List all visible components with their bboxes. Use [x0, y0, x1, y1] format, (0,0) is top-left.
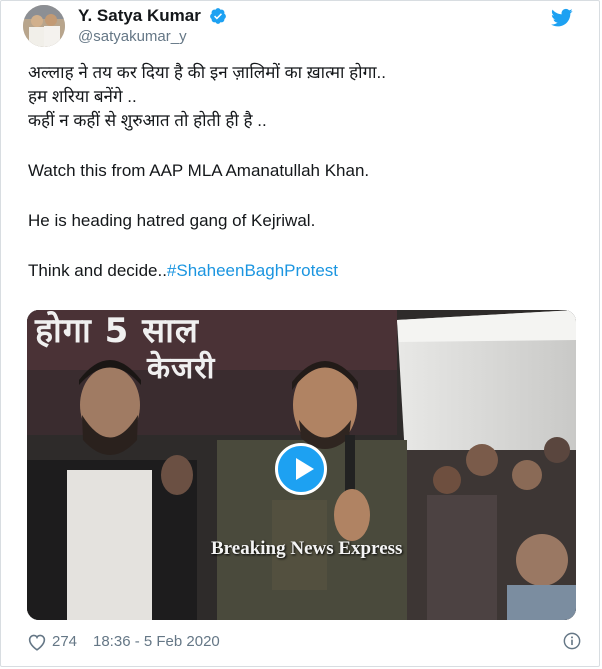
- tweet-think-text: Think and decide..: [28, 261, 167, 280]
- timestamp[interactable]: 18:36 - 5 Feb 2020: [93, 633, 220, 650]
- tweet-line-watch: Watch this from AAP MLA Amanatullah Khan…: [28, 161, 370, 180]
- hashtag-link[interactable]: #ShaheenBaghProtest: [167, 261, 338, 280]
- tweet-header: Y. Satya Kumar @satyakumar_y: [15, 4, 585, 50]
- banner-text-mid: केजरी: [147, 351, 216, 386]
- tweet-footer: 274 18:36 - 5 Feb 2020: [27, 631, 581, 655]
- avatar[interactable]: [23, 5, 65, 47]
- name-block: Y. Satya Kumar @satyakumar_y: [78, 6, 227, 45]
- play-icon[interactable]: [275, 443, 327, 495]
- tweet-line-heading: He is heading hatred gang of Kejriwal.: [28, 211, 316, 230]
- tweet-line-hindi-1: अल्लाह ने तय कर दिया है की इन ज़ालिमों क…: [28, 63, 386, 82]
- display-name[interactable]: Y. Satya Kumar: [78, 6, 201, 26]
- heart-icon[interactable]: [27, 633, 47, 651]
- like-count: 274: [52, 633, 78, 650]
- tweet-text: अल्लाह ने तय कर दिया है की इन ज़ालिमों क…: [28, 61, 578, 283]
- tweet-line-hindi-2: हम शरिया बनेंगे ..: [28, 87, 137, 106]
- tweet-card: Y. Satya Kumar @satyakumar_y अल्लाह ने त…: [0, 0, 600, 667]
- tweet-line-think: Think and decide..#ShaheenBaghProtest: [28, 259, 578, 283]
- info-icon[interactable]: [563, 632, 581, 650]
- tweet-line-hindi-3: कहीं न कहीं से शुरुआत तो होती ही है ..: [28, 111, 267, 130]
- handle[interactable]: @satyakumar_y: [78, 28, 227, 45]
- twitter-bird-icon[interactable]: [551, 8, 573, 28]
- video-watermark: Breaking News Express: [211, 538, 403, 559]
- video-thumbnail[interactable]: होगा 5 साल केजरी Breaking News Express: [27, 310, 576, 620]
- verified-badge-icon: [209, 7, 227, 25]
